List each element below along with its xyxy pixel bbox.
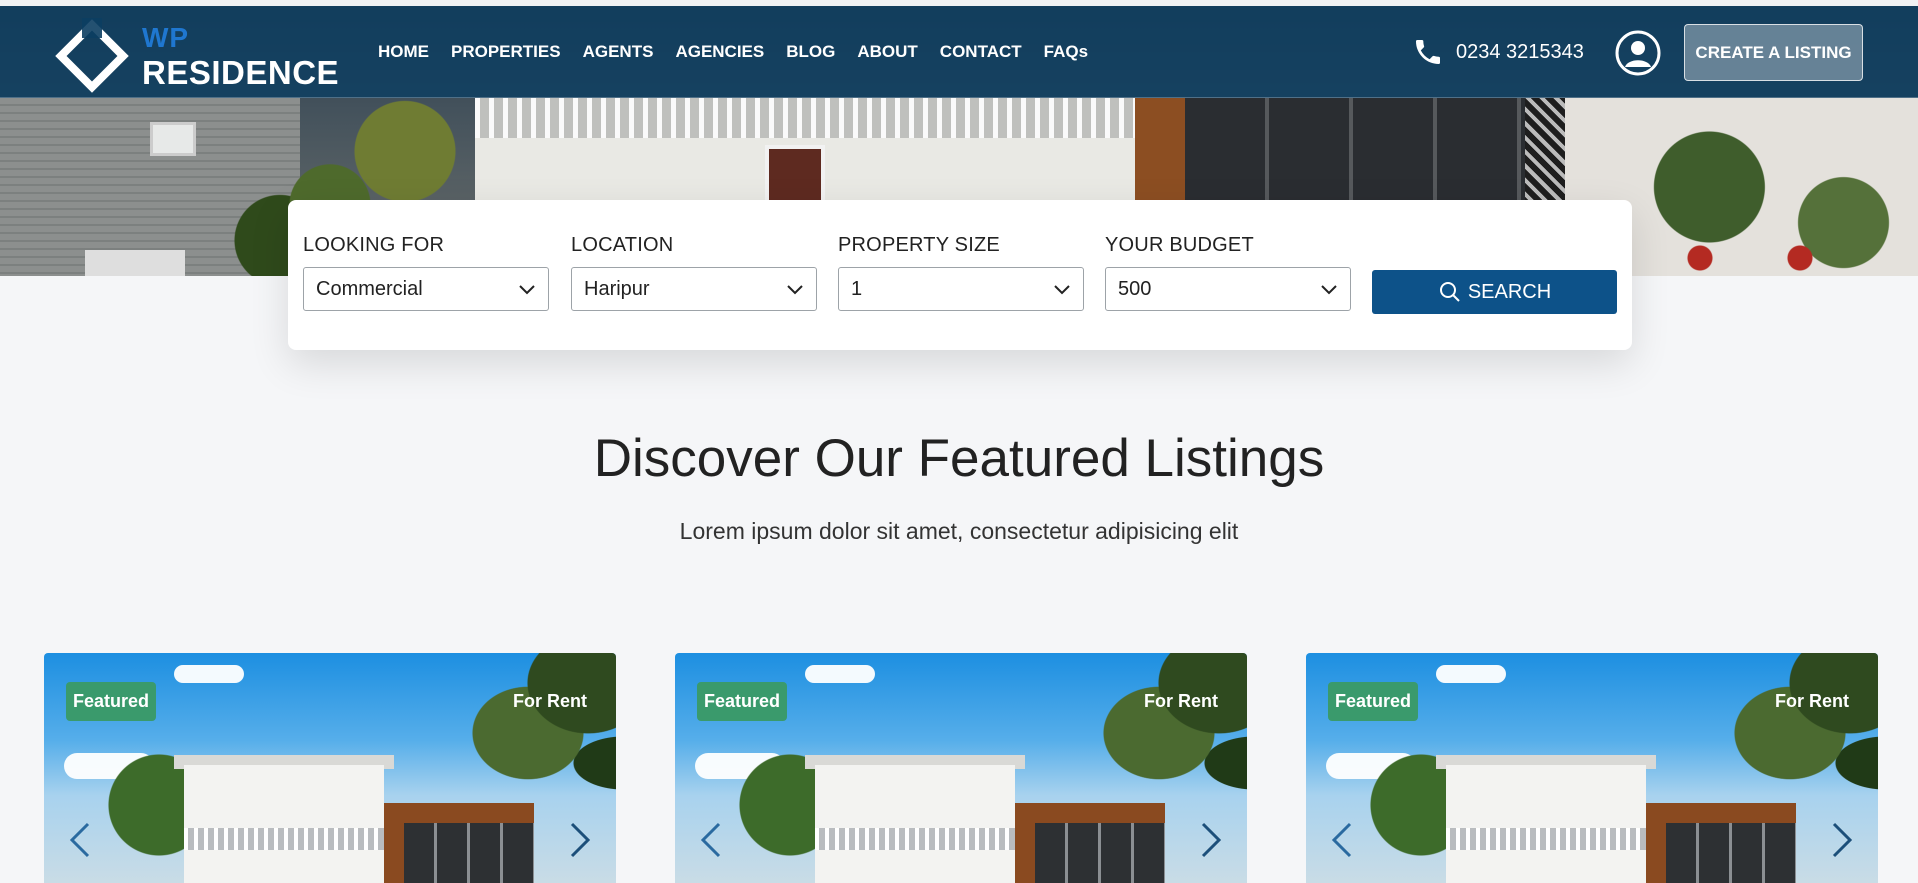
cloud-shape xyxy=(1436,665,1506,683)
section-subtitle: Lorem ipsum dolor sit amet, consectetur … xyxy=(679,518,1239,544)
listing-card[interactable]: Featured For Rent xyxy=(675,653,1247,883)
nav-item-agents[interactable]: AGENTS xyxy=(583,42,654,62)
chevron-left-icon[interactable] xyxy=(66,820,92,860)
nav-item-faqs[interactable]: FAQs xyxy=(1044,42,1088,62)
search-button[interactable]: SEARCH xyxy=(1372,270,1617,314)
card-house xyxy=(815,765,1015,883)
property-size-label: PROPERTY SIZE xyxy=(838,234,1000,256)
chevron-left-icon[interactable] xyxy=(1328,820,1354,860)
section-title: Discover Our Featured Listings xyxy=(593,429,1325,488)
main-nav: HOME PROPERTIES AGENTS AGENCIES BLOG ABO… xyxy=(378,42,1110,62)
card-railing xyxy=(815,828,1015,850)
card-railing xyxy=(1446,828,1646,850)
nav-item-blog[interactable]: BLOG xyxy=(786,42,835,62)
chevron-down-icon xyxy=(519,285,535,295)
listing-card[interactable]: Featured For Rent xyxy=(44,653,616,883)
cloud-shape xyxy=(805,665,875,683)
hero-window xyxy=(150,122,196,156)
looking-for-label: LOOKING FOR xyxy=(303,234,445,256)
listing-card[interactable]: Featured For Rent xyxy=(1306,653,1878,883)
nav-item-properties[interactable]: PROPERTIES xyxy=(451,42,561,62)
chevron-down-icon xyxy=(1321,285,1337,295)
nav-item-about[interactable]: ABOUT xyxy=(857,42,917,62)
property-size-value: 1 xyxy=(851,277,863,300)
cloud-shape xyxy=(174,665,244,683)
card-house xyxy=(1446,765,1646,883)
logo-text-bottom: RESIDENCE xyxy=(142,54,340,91)
for-rent-badge: For Rent xyxy=(513,691,587,711)
chevron-down-icon xyxy=(1054,285,1070,295)
location-field: LOCATION Haripur xyxy=(571,234,817,311)
budget-value: 500 xyxy=(1118,277,1152,300)
logo-text-top: WP xyxy=(142,22,190,53)
location-value: Haripur xyxy=(584,277,650,300)
featured-badge: Featured xyxy=(697,682,788,721)
search-button-label: SEARCH xyxy=(1467,280,1552,303)
nav-item-home[interactable]: HOME xyxy=(378,42,429,62)
looking-for-field: LOOKING FOR Commercial xyxy=(303,234,549,311)
chevron-right-icon[interactable] xyxy=(1199,820,1225,860)
hero-window-lower xyxy=(85,250,185,276)
budget-select[interactable]: 500 xyxy=(1105,267,1351,311)
chevron-right-icon[interactable] xyxy=(1830,820,1856,860)
hero-porch-rail xyxy=(475,98,1135,138)
navbar: WP RESIDENCE HOME PROPERTIES AGENTS AGEN… xyxy=(0,6,1918,98)
featured-badge: Featured xyxy=(66,682,157,721)
card-railing xyxy=(184,828,384,850)
hero-door xyxy=(765,145,825,205)
chevron-right-icon[interactable] xyxy=(568,820,594,860)
property-size-select[interactable]: 1 xyxy=(838,267,1084,311)
budget-label: YOUR BUDGET xyxy=(1105,234,1254,256)
user-circle-icon[interactable] xyxy=(1615,30,1661,76)
property-size-field: PROPERTY SIZE 1 xyxy=(838,234,1084,311)
search-icon xyxy=(1439,282,1460,302)
chevron-left-icon[interactable] xyxy=(697,820,723,860)
location-select[interactable]: Haripur xyxy=(571,267,817,311)
budget-field: YOUR BUDGET 500 xyxy=(1105,234,1351,311)
for-rent-badge: For Rent xyxy=(1775,691,1849,711)
nav-item-contact[interactable]: CONTACT xyxy=(940,42,1022,62)
nav-item-agencies[interactable]: AGENCIES xyxy=(675,42,764,62)
chevron-down-icon xyxy=(787,285,803,295)
hero-pots xyxy=(1660,240,1860,276)
featured-badge: Featured xyxy=(1328,682,1419,721)
phone-contact[interactable]: 0234 3215343 xyxy=(1412,36,1584,68)
for-rent-badge: For Rent xyxy=(1144,691,1218,711)
create-listing-button[interactable]: CREATE A LISTING xyxy=(1684,24,1863,81)
card-house xyxy=(184,765,384,883)
looking-for-value: Commercial xyxy=(316,277,423,300)
logo-diamond-gap xyxy=(82,18,102,38)
phone-number: 0234 3215343 xyxy=(1456,40,1584,63)
location-label: LOCATION xyxy=(571,234,674,256)
logo[interactable]: WP RESIDENCE xyxy=(55,18,339,93)
looking-for-select[interactable]: Commercial xyxy=(303,267,549,311)
phone-icon xyxy=(1416,40,1440,64)
search-panel: LOOKING FOR Commercial LOCATION Haripur … xyxy=(288,200,1632,350)
